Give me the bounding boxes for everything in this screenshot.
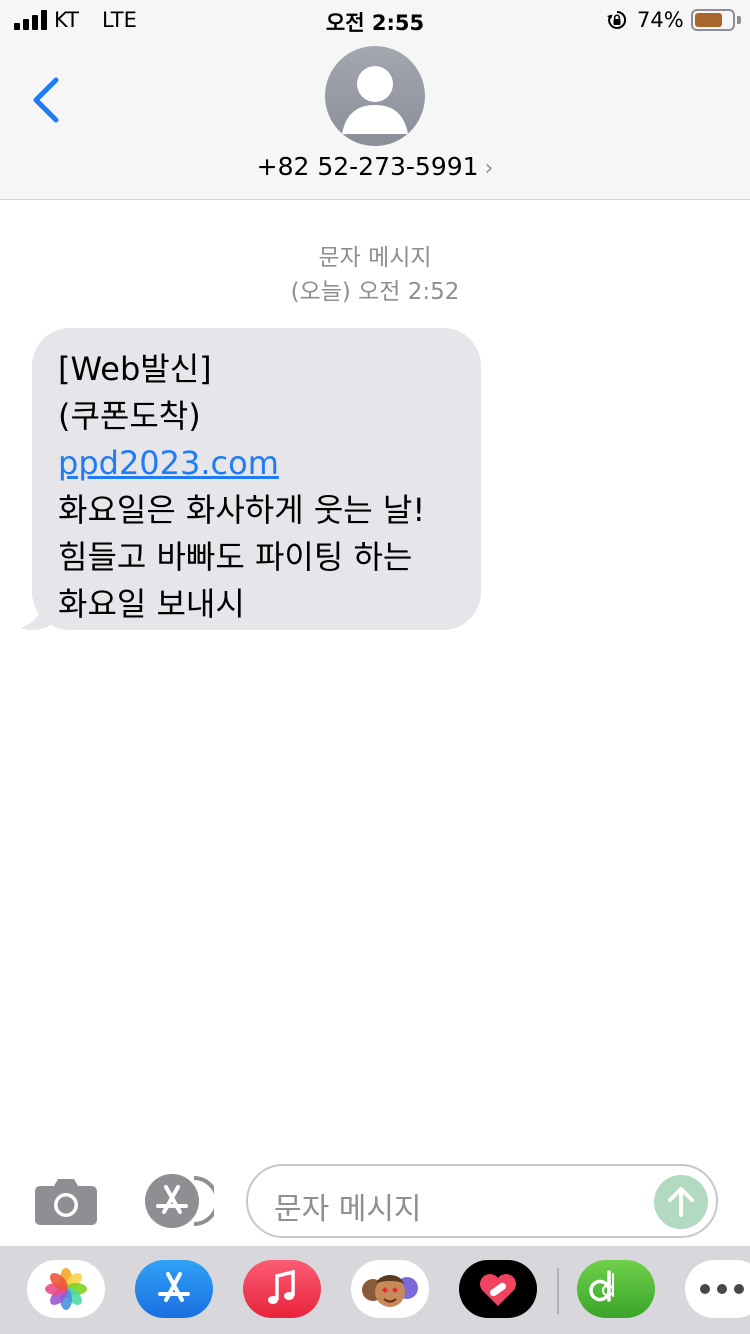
message-link[interactable]: ppd2023.com	[58, 440, 461, 487]
message-type-label: 문자 메시지	[318, 245, 432, 271]
b-app-icon[interactable]	[577, 1260, 655, 1318]
fitness-app-icon[interactable]	[459, 1260, 537, 1318]
camera-icon[interactable]	[34, 1176, 98, 1226]
more-apps-icon[interactable]	[685, 1260, 750, 1318]
message-line: [Web발신]	[58, 350, 212, 388]
back-chevron-icon[interactable]	[22, 68, 72, 128]
message-line: (쿠폰도착)	[58, 397, 201, 435]
message-line: 화요일은 화사하게 웃는 날!	[58, 491, 426, 529]
drawer-divider	[557, 1268, 559, 1314]
status-bar: KT LTE 오전 2:55 74%	[0, 0, 750, 40]
photos-app-icon[interactable]	[27, 1260, 105, 1318]
send-button[interactable]	[654, 1175, 708, 1229]
message-timestamp: (오늘) 오전 2:52	[290, 279, 460, 305]
contact-info-button[interactable]: +82 52-273-5991 ›	[0, 152, 750, 181]
app-store-icon[interactable]	[140, 1174, 214, 1228]
battery-cap	[737, 16, 741, 24]
message-line: 화요일 보내시	[58, 585, 245, 623]
chevron-right-icon: ›	[484, 156, 494, 181]
input-placeholder: 문자 메시지	[274, 1192, 422, 1227]
memoji-app-icon[interactable]	[351, 1260, 429, 1318]
orientation-lock-icon	[607, 10, 627, 29]
app-store-app-icon[interactable]	[135, 1260, 213, 1318]
message-input[interactable]: 문자 메시지	[246, 1164, 718, 1238]
battery-icon	[691, 9, 735, 31]
person-silhouette-icon	[342, 66, 408, 134]
incoming-message-bubble[interactable]: [Web발신] (쿠폰도착) ppd2023.com 화요일은 화사하게 웃는 …	[32, 328, 481, 630]
contact-name: +82 52-273-5991	[256, 152, 479, 181]
battery-percentage: 74%	[637, 8, 684, 32]
arrow-up-icon	[668, 1187, 694, 1217]
contact-avatar[interactable]	[325, 46, 425, 146]
music-app-icon[interactable]	[243, 1260, 321, 1318]
battery-level-fill	[695, 13, 722, 27]
app-drawer	[0, 1246, 750, 1334]
conversation-header: +82 52-273-5991 ›	[0, 40, 750, 200]
message-line: 힘들고 바빠도 파이팅 하는	[58, 538, 413, 576]
